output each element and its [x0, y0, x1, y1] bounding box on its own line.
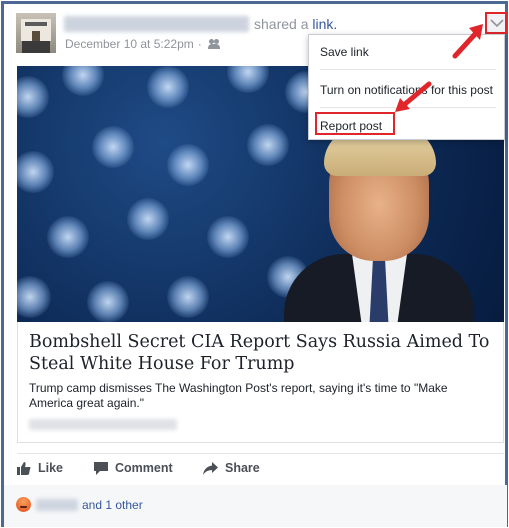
- shared-link[interactable]: link.: [312, 16, 337, 32]
- menu-divider: [320, 69, 496, 70]
- blurred-reactor-name[interactable]: [36, 499, 78, 511]
- reactions-bar: and 1 other: [4, 485, 507, 527]
- chevron-down-icon: [490, 19, 504, 28]
- blurred-author-name[interactable]: [64, 16, 249, 32]
- page-avatar[interactable]: [16, 13, 56, 53]
- shared-prefix: shared a: [254, 16, 309, 32]
- article-title[interactable]: Bombshell Secret CIA Report Says Russia …: [29, 331, 499, 375]
- arrow-icon: [452, 24, 483, 59]
- like-label: Like: [38, 461, 64, 475]
- friends-icon[interactable]: [207, 39, 221, 49]
- arrow-icon: [395, 81, 432, 112]
- article-description: Trump camp dismisses The Washington Post…: [29, 381, 448, 410]
- angry-reaction-icon[interactable]: [16, 497, 31, 512]
- person-photo: [284, 128, 474, 322]
- comment-icon: [94, 461, 108, 475]
- divider: [17, 453, 504, 454]
- thumbs-up-icon: [17, 461, 31, 475]
- timestamp[interactable]: December 10 at 5:22pm: [65, 37, 194, 51]
- share-icon: [203, 461, 218, 475]
- comment-label: Comment: [115, 461, 173, 475]
- article-preview[interactable]: Bombshell Secret CIA Report Says Russia …: [17, 322, 504, 443]
- report-highlight-box: [315, 112, 395, 135]
- like-button[interactable]: Like: [17, 461, 63, 475]
- meta-separator: ·: [197, 37, 202, 51]
- post-meta: December 10 at 5:22pm ·: [65, 37, 221, 51]
- action-bar: Like Comment Share: [17, 461, 504, 479]
- share-button[interactable]: Share: [203, 461, 260, 475]
- reaction-others[interactable]: and 1 other: [82, 498, 143, 512]
- post-card: shared a link. December 10 at 5:22pm · B…: [1, 1, 508, 527]
- blurred-article-source: [29, 419, 177, 430]
- share-label: Share: [225, 461, 260, 475]
- comment-button[interactable]: Comment: [94, 461, 173, 475]
- shared-line: shared a link.: [254, 16, 337, 32]
